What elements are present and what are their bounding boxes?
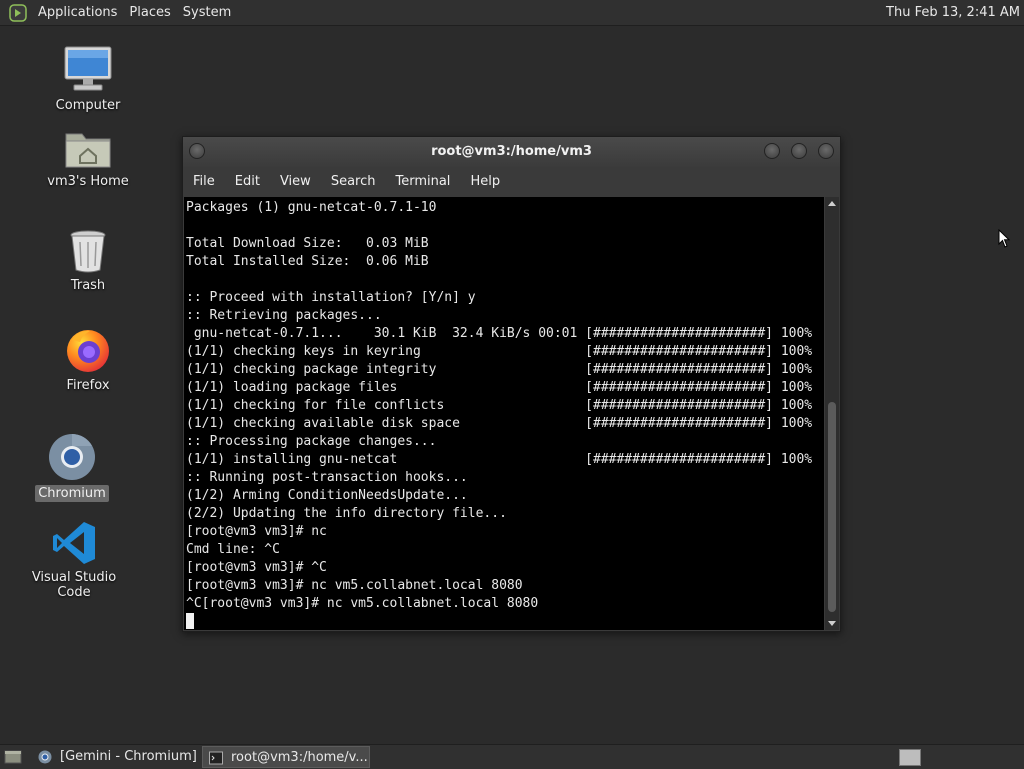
terminal-cursor	[186, 613, 194, 629]
terminal-scrollbar[interactable]	[825, 197, 839, 630]
terminal-line: :: Proceed with installation? [Y/n] y	[186, 290, 476, 305]
window-menu-button[interactable]	[189, 143, 205, 159]
terminal-line: :: Running post-transaction hooks...	[186, 470, 468, 485]
desktop-icon-vscode[interactable]: Visual Studio Code	[14, 520, 134, 601]
desktop-icon-chromium[interactable]: Chromium	[12, 432, 132, 502]
system-menu[interactable]: System	[177, 0, 237, 25]
menu-help[interactable]: Help	[460, 167, 510, 197]
terminal-line: (1/2) Arming ConditionNeedsUpdate...	[186, 488, 468, 503]
desktop-icon-computer[interactable]: Computer	[28, 44, 148, 114]
home-folder-icon	[65, 133, 111, 168]
terminal-line: ^C[root@vm3 vm3]# nc vm5.collabnet.local…	[186, 596, 539, 611]
terminal-line: Total Installed Size: 0.06 MiB	[186, 254, 429, 269]
menu-terminal[interactable]: Terminal	[385, 167, 460, 197]
terminal-line: (1/1) loading package files [###########…	[186, 380, 813, 395]
desktop-icon-home[interactable]: vm3's Home	[28, 128, 148, 190]
terminal-window[interactable]: root@vm3:/home/vm3 File Edit View Search…	[182, 136, 841, 632]
desktop-icon-label: Visual Studio Code	[31, 570, 117, 600]
firefox-icon	[67, 330, 109, 372]
workspace-switcher[interactable]	[899, 749, 921, 766]
scroll-up-icon[interactable]	[828, 201, 836, 206]
menu-edit[interactable]: Edit	[225, 167, 270, 197]
bottom-panel: [Gemini - Chromium] root@vm3:/home/v...	[0, 744, 1024, 769]
trash-icon	[70, 230, 106, 273]
desktop-icon-firefox[interactable]: Firefox	[28, 326, 148, 394]
applications-menu[interactable]: Applications	[32, 0, 123, 25]
taskbar-item-terminal[interactable]: root@vm3:/home/v...	[202, 746, 370, 768]
terminal-lines: Packages (1) gnu-netcat-0.7.1-10 Total Do…	[186, 199, 812, 613]
computer-icon	[64, 46, 112, 91]
terminal-line: (1/1) checking keys in keyring [########…	[186, 344, 813, 359]
terminal-line: (1/1) checking package integrity [######…	[186, 362, 813, 377]
terminal-icon	[209, 751, 223, 765]
mouse-pointer-icon	[998, 229, 1011, 248]
vscode-icon	[53, 522, 95, 564]
show-desktop-icon[interactable]	[4, 749, 22, 765]
terminal-line: [root@vm3 vm3]# nc vm5.collabnet.local 8…	[186, 578, 523, 593]
terminal-line: Total Download Size: 0.03 MiB	[186, 236, 429, 251]
taskbar-item-label: [Gemini - Chromium]	[60, 749, 197, 764]
terminal-line: :: Retrieving packages...	[186, 308, 382, 323]
top-panel: Applications Places System Thu Feb 13, 2…	[0, 0, 1024, 26]
chromium-icon	[49, 434, 95, 480]
places-menu[interactable]: Places	[123, 0, 176, 25]
terminal-line: Packages (1) gnu-netcat-0.7.1-10	[186, 200, 437, 215]
window-title: root@vm3:/home/vm3	[431, 144, 592, 159]
terminal-line: (2/2) Updating the info directory file..…	[186, 506, 507, 521]
terminal-line: :: Processing package changes...	[186, 434, 437, 449]
scrollbar-thumb[interactable]	[828, 402, 836, 612]
menu-file[interactable]: File	[183, 167, 225, 197]
taskbar-item-label: root@vm3:/home/v...	[231, 750, 368, 765]
window-title-bar[interactable]: root@vm3:/home/vm3	[183, 137, 840, 167]
menu-search[interactable]: Search	[321, 167, 386, 197]
minimize-button[interactable]	[764, 143, 780, 159]
desktop-icon-label: Chromium	[35, 485, 109, 502]
terminal-line: (1/1) installing gnu-netcat [###########…	[186, 452, 813, 467]
terminal-line: Cmd line: ^C	[186, 542, 280, 557]
desktop-icon-label: vm3's Home	[47, 174, 129, 189]
terminal-line: [root@vm3 vm3]# nc	[186, 524, 327, 539]
maximize-button[interactable]	[791, 143, 807, 159]
terminal-output[interactable]: Packages (1) gnu-netcat-0.7.1-10 Total Do…	[184, 197, 824, 630]
scroll-down-icon[interactable]	[828, 621, 836, 626]
menu-view[interactable]: View	[270, 167, 321, 197]
desktop-icon-label: Firefox	[66, 378, 110, 393]
desktop-icon-trash[interactable]: Trash	[28, 228, 148, 294]
terminal-line: (1/1) checking for file conflicts [#####…	[186, 398, 813, 413]
terminal-line: (1/1) checking available disk space [###…	[186, 416, 813, 431]
desktop-icon-label: Trash	[70, 278, 106, 293]
chromium-icon	[38, 750, 52, 764]
mate-logo-icon[interactable]	[9, 3, 27, 22]
clock[interactable]: Thu Feb 13, 2:41 AM	[886, 0, 1020, 25]
terminal-line: gnu-netcat-0.7.1... 30.1 KiB 32.4 KiB/s …	[186, 326, 813, 341]
desktop-icon-label: Computer	[55, 98, 121, 113]
terminal-line: [root@vm3 vm3]# ^C	[186, 560, 327, 575]
close-button[interactable]	[818, 143, 834, 159]
taskbar-item-chromium[interactable]: [Gemini - Chromium]	[32, 746, 200, 768]
terminal-menu-bar: File Edit View Search Terminal Help	[183, 167, 840, 197]
